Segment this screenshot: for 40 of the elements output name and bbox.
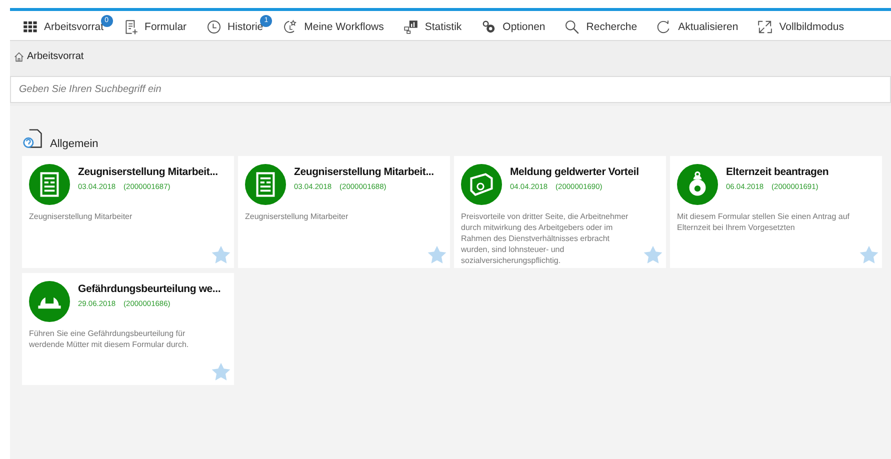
star-circle-icon [282, 18, 298, 34]
toolbar-button[interactable]: Recherche [562, 14, 646, 36]
card-title: Zeugniserstellung Mitarbeit... [294, 166, 434, 179]
card-description: Mit diesem Formular stellen Sie einen Antrag auf Elternzeit bei Ihrem Vorgesetzten [677, 211, 851, 233]
card-description: Führen Sie eine Gefährdungsbeurteilung für werdende Mütter mit diesem Formular durch. [29, 328, 190, 350]
toolbar-button[interactable]: Aktualisieren [654, 14, 748, 36]
document-icon [29, 164, 70, 205]
gears-icon [480, 18, 497, 34]
star-icon[interactable] [859, 245, 879, 265]
refresh-icon [656, 18, 672, 34]
form-icon [122, 18, 139, 34]
toolbar-button[interactable]: Statistik [400, 14, 471, 36]
star-icon[interactable] [643, 245, 663, 265]
card-title: Elternzeit beantragen [726, 166, 829, 179]
helmet-icon [29, 281, 70, 322]
card-title: Gefährdungsbeurteilung we... [78, 283, 221, 296]
toolbar-button[interactable]: Formular [120, 14, 196, 36]
help-document-icon [22, 128, 44, 150]
chart-icon [402, 18, 419, 34]
breadcrumb-link[interactable]: Arbeitsvorrat [27, 51, 84, 62]
search-field[interactable]: Geben Sie Ihren Suchbegriff ein [10, 76, 891, 103]
card-description: Zeugniserstellung Mitarbeiter [29, 211, 134, 222]
toolbar-button[interactable]: Optionen [478, 14, 554, 36]
star-icon[interactable] [211, 362, 231, 382]
card-title: Meldung geldwerter Vorteil [510, 166, 639, 179]
section-title: Allgemein [50, 138, 98, 150]
star-icon[interactable] [211, 245, 231, 265]
card-description: Preisvorteile von dritter Seite, die Arbeitnehmer durch mitwirkung des Arbeitgebers oder im Rahmen des Dienstverhältnisses erbracht wurden, sind lohnsteuer- und sozialversicherungspflichtig. [461, 211, 630, 266]
home-icon [14, 52, 24, 62]
search-icon [564, 18, 580, 34]
toolbar-button[interactable]: Vollbildmodus [755, 14, 853, 36]
grid-icon [22, 18, 38, 34]
fullscreen-icon [757, 18, 774, 34]
star-icon[interactable] [427, 245, 447, 265]
form-card[interactable] [454, 156, 666, 268]
toolbar-button[interactable]: Meine Workflows [280, 14, 393, 36]
card-title: Zeugniserstellung Mitarbeit... [78, 166, 218, 179]
document-icon [245, 164, 286, 205]
clock-icon [206, 18, 222, 34]
card-description: Zeugniserstellung Mitarbeiter [245, 211, 350, 222]
